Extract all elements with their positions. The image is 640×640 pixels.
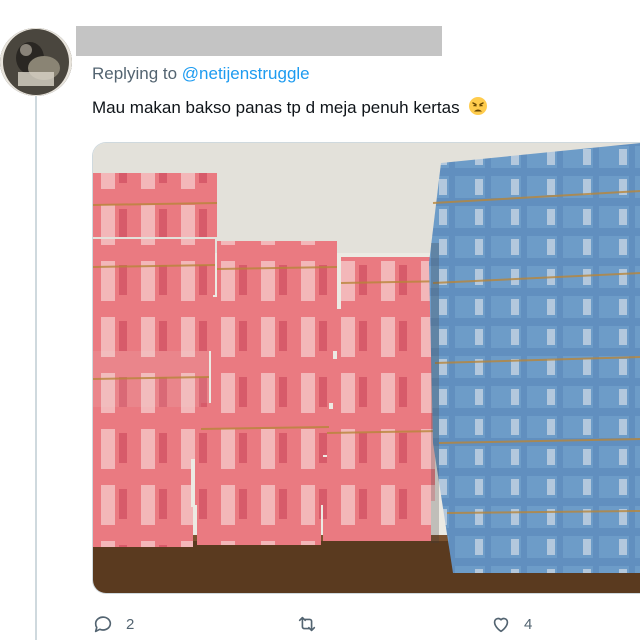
replying-to-line: Replying to @netijenstruggle	[92, 64, 310, 84]
tweet-actions: 2 4	[92, 610, 640, 638]
replying-handle-link[interactable]: @netijenstruggle	[182, 64, 310, 83]
reply-action[interactable]: 2	[92, 610, 134, 638]
replying-prefix: Replying to	[92, 64, 178, 83]
like-action[interactable]: 4	[490, 610, 532, 638]
tweet-text-content: Mau makan bakso panas tp d meja penuh ke…	[92, 98, 460, 117]
thread-line	[35, 96, 37, 640]
reply-count: 2	[126, 615, 135, 633]
tweet-text: Mau makan bakso panas tp d meja penuh ke…	[92, 96, 488, 118]
money-stacks-photo	[93, 143, 640, 593]
avatar[interactable]	[0, 28, 72, 96]
tweet-media-photo[interactable]	[92, 142, 640, 594]
redacted-user-name	[76, 26, 442, 56]
reply-icon	[94, 616, 112, 633]
like-count: 4	[524, 615, 533, 633]
retweet-action[interactable]	[296, 610, 330, 638]
retweet-icon	[298, 616, 316, 632]
weary-face-icon	[469, 97, 488, 115]
heart-icon	[493, 617, 509, 633]
blue-money-stack	[429, 143, 640, 573]
avatar-image	[0, 28, 72, 96]
